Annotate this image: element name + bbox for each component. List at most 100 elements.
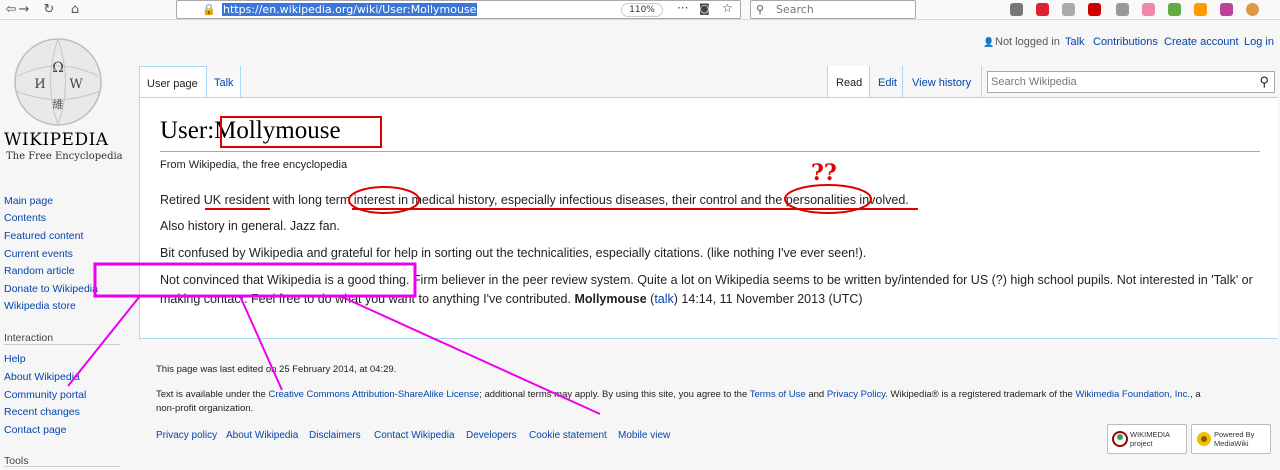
footer-privacy-link[interactable]: Privacy Policy bbox=[827, 389, 885, 400]
forward-icon[interactable]: → bbox=[15, 1, 33, 19]
sidebar-item-donate[interactable]: Donate to Wikipedia bbox=[4, 283, 98, 295]
signature-timestamp: ) 14:14, 11 November 2013 (UTC) bbox=[673, 292, 863, 306]
extension-avatar-icon[interactable] bbox=[1246, 3, 1259, 16]
browser-search-bar[interactable]: ⚲ Search bbox=[750, 0, 916, 19]
download-icon[interactable] bbox=[1062, 3, 1075, 16]
sidebar-item-wikipedia-store[interactable]: Wikipedia store bbox=[4, 300, 76, 312]
sidebar-item-random-article[interactable]: Random article bbox=[4, 265, 75, 277]
extension-purple-icon[interactable] bbox=[1220, 3, 1233, 16]
wiki-search-input[interactable]: Search Wikipedia ⚲ bbox=[987, 71, 1275, 93]
sidebar-item-current-events[interactable]: Current events bbox=[4, 248, 73, 260]
paragraph-5-start: making contact. Feel free to do what you… bbox=[160, 292, 575, 306]
svg-text:И: И bbox=[34, 77, 45, 92]
footer-contact-wikipedia[interactable]: Contact Wikipedia bbox=[374, 430, 455, 441]
signature-user: Mollymouse bbox=[574, 292, 647, 306]
footer-license: Text is available under the Creative Com… bbox=[156, 388, 1266, 416]
footer-privacy-policy[interactable]: Privacy policy bbox=[156, 430, 217, 441]
sidebar-item-contact-page[interactable]: Contact page bbox=[4, 424, 66, 436]
search-icon[interactable]: ⚲ bbox=[1259, 74, 1269, 90]
sidebar-item-community-portal[interactable]: Community portal bbox=[4, 389, 86, 401]
svg-text:維: 維 bbox=[53, 98, 64, 111]
search-icon: ⚲ bbox=[756, 3, 765, 16]
user-icon: 👤 bbox=[983, 37, 995, 47]
site-sub: From Wikipedia, the free encyclopedia bbox=[160, 159, 348, 171]
zoom-indicator[interactable]: 110% bbox=[621, 3, 663, 17]
wikipedia-wordmark[interactable]: WIKIPEDIA bbox=[4, 130, 109, 150]
wikipedia-tagline: The Free Encyclopedia bbox=[6, 151, 123, 162]
paragraph-2: Also history in general. Jazz fan. bbox=[160, 219, 340, 233]
paragraph-1-uk-resident: UK resident bbox=[203, 193, 270, 207]
footer-cookie-statement[interactable]: Cookie statement bbox=[529, 430, 607, 441]
footer-license-text: non-profit organization. bbox=[156, 403, 254, 414]
footer-license-text: ; additional terms may apply. By using t… bbox=[479, 389, 750, 400]
footer-cc-license-link[interactable]: Creative Commons Attribution-ShareAlike … bbox=[268, 389, 479, 400]
page-actions-icon[interactable]: ··· bbox=[677, 1, 688, 15]
page-title: User:Mollymouse bbox=[160, 117, 341, 145]
paragraph-4: Not convinced that Wikipedia is a good t… bbox=[160, 273, 1253, 287]
sidebar-item-contents[interactable]: Contents bbox=[4, 212, 46, 224]
footer-license-text: and bbox=[805, 389, 827, 400]
svg-text:Ω: Ω bbox=[52, 60, 64, 76]
log-in-link[interactable]: Log in bbox=[1244, 36, 1274, 48]
tab-talk[interactable]: Talk bbox=[207, 66, 241, 98]
footer-terms-link[interactable]: Terms of Use bbox=[750, 389, 806, 400]
footer-developers[interactable]: Developers bbox=[466, 430, 517, 441]
url-bar[interactable]: 🔒 https://en.wikipedia.org/wiki/User:Mol… bbox=[176, 0, 741, 19]
extension-green-icon[interactable] bbox=[1168, 3, 1181, 16]
url-text[interactable]: https://en.wikipedia.org/wiki/User:Molly… bbox=[222, 3, 478, 16]
not-logged-in-label: Not logged in bbox=[995, 36, 1060, 48]
pocket-icon[interactable]: ◙ bbox=[699, 2, 710, 15]
extension-gray-icon[interactable] bbox=[1116, 3, 1129, 16]
mediawiki-badge[interactable]: Powered By MediaWiki bbox=[1191, 424, 1271, 454]
footer-foundation-link[interactable]: Wikimedia Foundation, Inc. bbox=[1075, 389, 1190, 400]
footer-disclaimers[interactable]: Disclaimers bbox=[309, 430, 361, 441]
wikimedia-badge-text: WIKIMEDIA project bbox=[1130, 430, 1170, 448]
tab-read[interactable]: Read bbox=[827, 66, 869, 98]
footer-last-edited: This page was last edited on 25 February… bbox=[156, 364, 397, 375]
sidebar-heading-tools: Tools bbox=[4, 455, 29, 467]
wikimedia-project-badge[interactable]: WIKIMEDIA project bbox=[1107, 424, 1187, 454]
sidebar-item-main-page[interactable]: Main page bbox=[4, 195, 53, 207]
sidebar-item-about-wikipedia[interactable]: About Wikipedia bbox=[4, 371, 80, 383]
adblock-icon[interactable] bbox=[1088, 3, 1101, 16]
signature-talk-link[interactable]: talk bbox=[654, 292, 673, 306]
footer-license-text: . Wikipedia® is a registered trademark o… bbox=[885, 389, 1076, 400]
lock-icon: 🔒 bbox=[202, 3, 216, 16]
tab-view-history[interactable]: View history bbox=[902, 66, 982, 98]
paragraph-5: making contact. Feel free to do what you… bbox=[160, 292, 863, 306]
extension-pink-icon[interactable] bbox=[1142, 3, 1155, 16]
browser-search-placeholder: Search bbox=[776, 3, 814, 16]
footer-license-text: , a bbox=[1190, 389, 1201, 400]
mediawiki-badge-text: Powered By MediaWiki bbox=[1214, 430, 1255, 448]
bookmark-star-icon[interactable]: ☆ bbox=[722, 1, 733, 15]
sidebar-item-recent-changes[interactable]: Recent changes bbox=[4, 406, 80, 418]
home-icon[interactable]: ⌂ bbox=[66, 1, 84, 19]
personal-contributions-link[interactable]: Contributions bbox=[1093, 36, 1158, 48]
footer-about-wikipedia[interactable]: About Wikipedia bbox=[226, 430, 298, 441]
footer-license-text: Text is available under the bbox=[156, 389, 269, 400]
sidebar-divider bbox=[4, 344, 120, 345]
tab-user-page[interactable]: User page bbox=[139, 66, 207, 98]
page-title-prefix: User: bbox=[160, 117, 215, 144]
sidebar-item-featured-content[interactable]: Featured content bbox=[4, 230, 83, 242]
mediawiki-sunflower-icon bbox=[1197, 432, 1211, 446]
page-title-name: Mollymouse bbox=[214, 117, 341, 144]
paragraph-3: Bit confused by Wikipedia and grateful f… bbox=[160, 246, 867, 260]
browser-toolbar: ⇦ → ↻ ⌂ 🔒 https://en.wikipedia.org/wiki/… bbox=[0, 0, 1280, 20]
wikimedia-icon bbox=[1112, 431, 1128, 447]
tab-edit[interactable]: Edit bbox=[869, 66, 902, 98]
library-icon[interactable] bbox=[1010, 3, 1023, 16]
personal-talk-link[interactable]: Talk bbox=[1065, 36, 1085, 48]
paragraph-1-rest: with long term interest in medical histo… bbox=[269, 193, 909, 207]
wikipedia-globe-logo[interactable]: Ω И W 維 bbox=[8, 36, 108, 128]
sidebar-heading-interaction: Interaction bbox=[4, 332, 54, 344]
sidebar-item-help[interactable]: Help bbox=[4, 353, 26, 365]
paragraph-1-start: Retired bbox=[160, 193, 204, 207]
extension-red-icon[interactable] bbox=[1036, 3, 1049, 16]
footer-mobile-view[interactable]: Mobile view bbox=[618, 430, 670, 441]
create-account-link[interactable]: Create account bbox=[1164, 36, 1239, 48]
extension-orange-icon[interactable] bbox=[1194, 3, 1207, 16]
reload-icon[interactable]: ↻ bbox=[40, 1, 58, 19]
title-divider bbox=[160, 151, 1260, 152]
wiki-search-placeholder: Search Wikipedia bbox=[991, 76, 1077, 88]
